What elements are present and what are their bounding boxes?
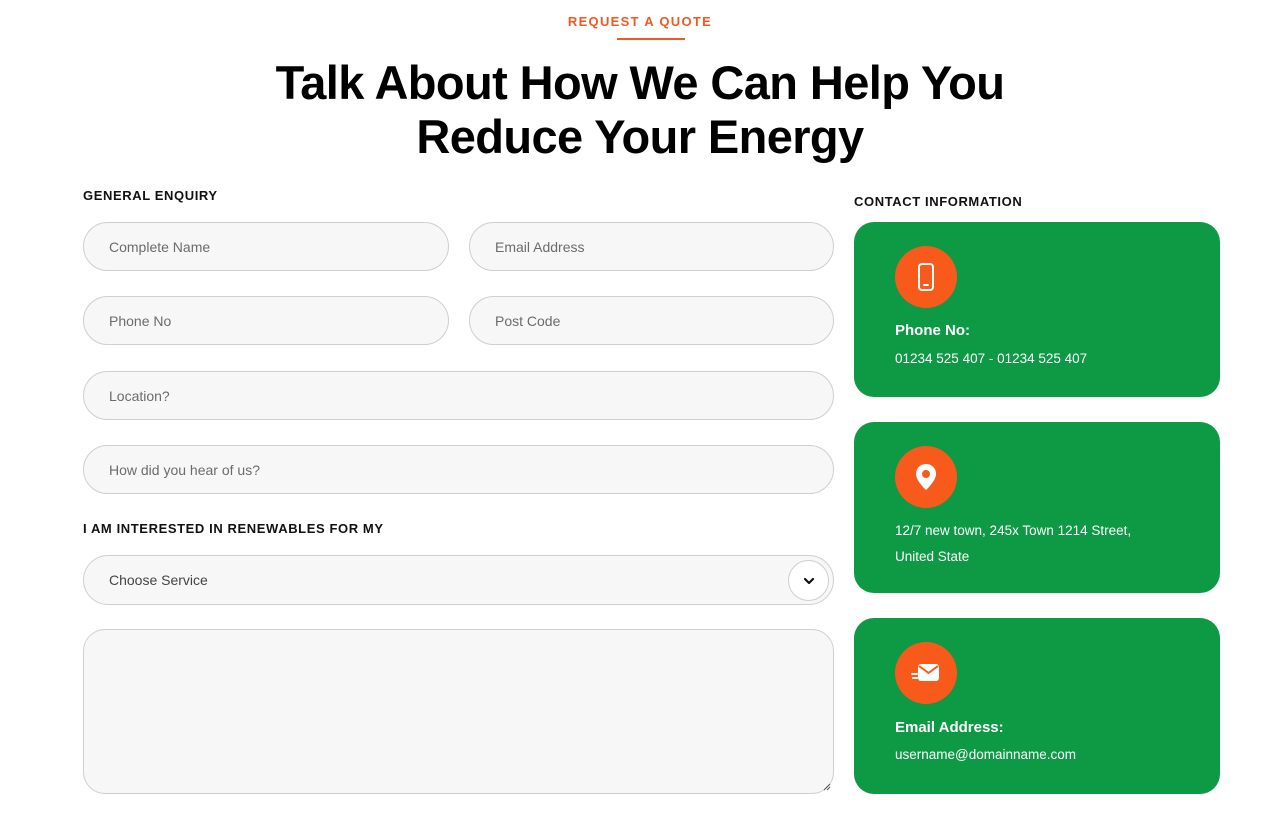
phone-no-field[interactable] bbox=[83, 296, 449, 345]
envelope-icon bbox=[895, 642, 957, 704]
page-title: Talk About How We Can Help You Reduce Yo… bbox=[0, 56, 1280, 164]
address-line-2: United State bbox=[895, 549, 970, 564]
phone-card-title: Phone No: bbox=[895, 322, 970, 339]
service-select[interactable]: Choose Service bbox=[83, 555, 834, 605]
phone-card: Phone No: 01234 525 407 - 01234 525 407 bbox=[854, 222, 1220, 397]
location-pin-icon bbox=[895, 446, 957, 508]
address-card: 12/7 new town, 245x Town 1214 Street, Un… bbox=[854, 422, 1220, 593]
general-enquiry-label: GENERAL ENQUIRY bbox=[83, 188, 218, 203]
resize-handle-icon[interactable] bbox=[821, 781, 831, 791]
service-select-value: Choose Service bbox=[109, 572, 208, 588]
complete-name-field[interactable] bbox=[83, 222, 449, 271]
eyebrow-underline bbox=[617, 38, 685, 40]
post-code-field[interactable] bbox=[469, 296, 834, 345]
contact-information-label: CONTACT INFORMATION bbox=[854, 194, 1023, 209]
address-text: 12/7 new town, 245x Town 1214 Street, Un… bbox=[895, 518, 1195, 570]
chevron-down-icon bbox=[803, 577, 814, 584]
email-address-field[interactable] bbox=[469, 222, 834, 271]
service-select-toggle[interactable] bbox=[788, 560, 829, 601]
email-address-text: username@domainname.com bbox=[895, 747, 1077, 762]
page-title-line-2: Reduce Your Energy bbox=[416, 110, 864, 163]
message-textarea[interactable] bbox=[83, 629, 834, 794]
eyebrow-label: REQUEST A QUOTE bbox=[567, 14, 713, 29]
address-line-1: 12/7 new town, 245x Town 1214 Street, bbox=[895, 523, 1132, 538]
email-card-title: Email Address: bbox=[895, 719, 1004, 736]
phone-number-text: 01234 525 407 - 01234 525 407 bbox=[895, 351, 1088, 366]
email-card: Email Address: username@domainname.com bbox=[854, 618, 1220, 794]
location-field[interactable] bbox=[83, 371, 834, 420]
page-title-line-1: Talk About How We Can Help You bbox=[275, 56, 1005, 109]
interest-label: I AM INTERESTED IN RENEWABLES FOR MY bbox=[83, 521, 384, 536]
mobile-phone-icon bbox=[895, 246, 957, 308]
referral-source-field[interactable] bbox=[83, 445, 834, 494]
